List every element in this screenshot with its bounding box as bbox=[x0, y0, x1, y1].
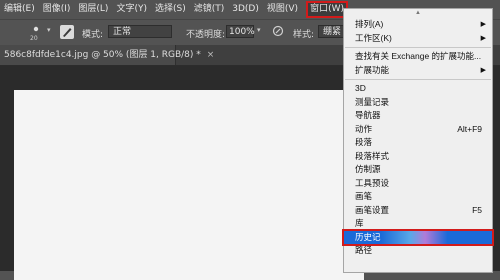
menu-item-brushes[interactable]: 画笔 bbox=[344, 190, 492, 204]
menu-item-label: 路径 bbox=[355, 245, 373, 255]
submenu-arrow-icon: ▶ bbox=[480, 66, 486, 74]
menu-item-clone-source[interactable]: 仿制源 bbox=[344, 163, 492, 177]
menu-item-tool-presets[interactable]: 工具预设 bbox=[344, 177, 492, 191]
menu-item-label: 段落 bbox=[355, 137, 373, 147]
menu-item-label: 工作区(K) bbox=[355, 32, 392, 43]
menu-filter[interactable]: 滤镜(T) bbox=[190, 0, 229, 19]
menu-3d[interactable]: 3D(D) bbox=[228, 0, 263, 19]
submenu-arrow-icon: ▶ bbox=[480, 34, 486, 42]
chevron-down-icon[interactable]: ▾ bbox=[47, 26, 51, 34]
style-label: 样式: bbox=[293, 30, 315, 40]
menu-item-libraries[interactable]: 库 bbox=[344, 217, 492, 231]
menu-item-label: 段落样式 bbox=[355, 150, 390, 161]
menu-view[interactable]: 视图(V) bbox=[263, 0, 302, 19]
menu-item-label: 历史记 bbox=[355, 231, 381, 242]
menu-item-label: 导航器 bbox=[355, 110, 381, 120]
menu-item-shortcut: Alt+F9 bbox=[457, 123, 482, 134]
mode-label: 模式: bbox=[82, 30, 104, 40]
brush-size-value: 20 bbox=[30, 35, 38, 42]
menu-select[interactable]: 选择(S) bbox=[151, 0, 190, 19]
document-tab[interactable]: 586c8fdfde1c4.jpg @ 50% (图层 1, RGB/8) * × bbox=[0, 45, 214, 65]
menu-item-label: 测量记录 bbox=[355, 96, 390, 107]
menu-item-label: 画笔 bbox=[355, 191, 373, 201]
menu-item-workspace[interactable]: 工作区(K) ▶ bbox=[344, 32, 492, 46]
menu-item-label: 排列(A) bbox=[355, 19, 384, 29]
menu-separator bbox=[345, 47, 491, 48]
opacity-input[interactable]: 100% bbox=[226, 25, 255, 38]
menu-item-paragraph[interactable]: 段落 bbox=[344, 136, 492, 150]
menu-item-label: 查找有关 Exchange 的扩展功能... bbox=[355, 51, 482, 61]
close-icon[interactable]: × bbox=[207, 50, 215, 60]
document-canvas[interactable] bbox=[14, 90, 364, 280]
menu-item-history[interactable]: 历史记 bbox=[342, 228, 494, 246]
menu-item-paths[interactable]: 路径 bbox=[344, 244, 492, 258]
menu-layer[interactable]: 图层(L) bbox=[74, 0, 112, 19]
brush-settings-icon[interactable] bbox=[60, 25, 74, 39]
menu-item-brush-settings[interactable]: 画笔设置 F5 bbox=[344, 204, 492, 218]
menu-edit[interactable]: 编辑(E) bbox=[0, 0, 39, 19]
menu-item-label: 画笔设置 bbox=[355, 204, 390, 215]
document-tab-title: 586c8fdfde1c4.jpg @ 50% (图层 1, RGB/8) * bbox=[4, 50, 201, 60]
menu-item-paragraph-styles[interactable]: 段落样式 bbox=[344, 150, 492, 164]
menu-item-label: 工具预设 bbox=[355, 177, 390, 188]
menu-item-label: 仿制源 bbox=[355, 164, 381, 174]
menu-item-arrange[interactable]: 排列(A) ▶ bbox=[344, 18, 492, 32]
window-menu-dropdown: ▲ 排列(A) ▶ 工作区(K) ▶ 查找有关 Exchange 的扩展功能..… bbox=[342, 8, 494, 273]
menu-window[interactable]: 窗口(W) bbox=[306, 1, 348, 18]
menu-image[interactable]: 图像(I) bbox=[39, 0, 75, 19]
menu-item-actions[interactable]: 动作 Alt+F9 bbox=[344, 123, 492, 137]
pressure-opacity-icon[interactable] bbox=[272, 25, 284, 37]
menu-item-find-extensions[interactable]: 查找有关 Exchange 的扩展功能... bbox=[344, 50, 492, 64]
menu-item-shortcut: F5 bbox=[472, 204, 482, 215]
menu-item-label: 库 bbox=[355, 218, 364, 228]
menu-item-label: 3D bbox=[355, 83, 366, 93]
menu-item-label: 扩展功能 bbox=[355, 64, 390, 75]
menu-separator bbox=[345, 79, 491, 80]
menu-item-3d[interactable]: 3D bbox=[344, 82, 492, 96]
menu-item-measurement-log[interactable]: 测量记录 bbox=[344, 96, 492, 110]
menu-item-navigator[interactable]: 导航器 bbox=[344, 109, 492, 123]
opacity-chevron-icon[interactable]: ▾ bbox=[257, 26, 261, 34]
submenu-arrow-icon: ▶ bbox=[480, 21, 486, 28]
menu-item-extensions[interactable]: 扩展功能 ▶ bbox=[344, 64, 492, 78]
menu-item-label: 动作 bbox=[355, 123, 373, 134]
scroll-up-icon[interactable]: ▲ bbox=[344, 9, 492, 18]
mode-select[interactable]: 正常 bbox=[108, 25, 172, 38]
opacity-label: 不透明度: bbox=[186, 30, 226, 40]
menu-type[interactable]: 文字(Y) bbox=[112, 0, 151, 19]
